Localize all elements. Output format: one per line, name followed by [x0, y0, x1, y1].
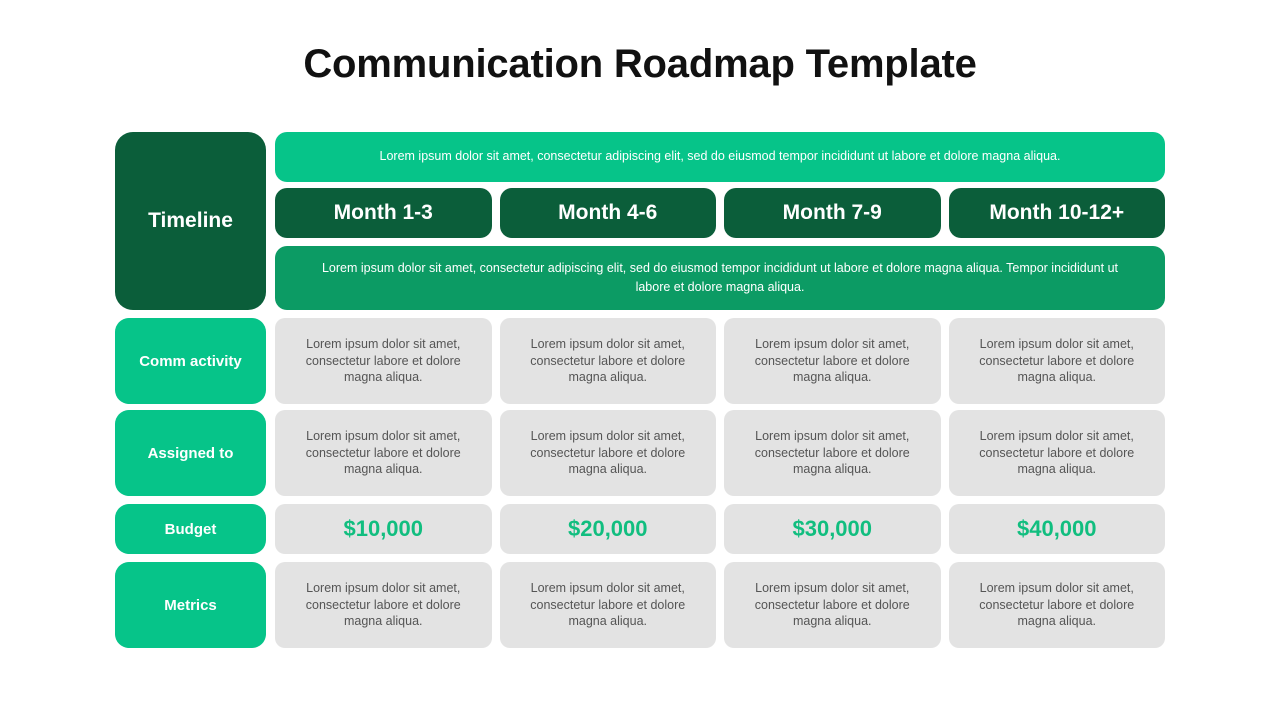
month-pill-2-label: Month 4-6 [558, 201, 658, 224]
month-pill-3[interactable]: Month 7-9 [724, 188, 941, 238]
cell-assigned-to-4[interactable]: Lorem ipsum dolor sit amet, consectetur … [948, 410, 1165, 496]
month-pill-3-label: Month 7-9 [782, 201, 882, 224]
row-label-budget-text: Budget [164, 520, 217, 538]
row-label-assigned-to: Assigned to [115, 410, 266, 496]
cell-comm-activity-2[interactable]: Lorem ipsum dolor sit amet, consectetur … [499, 318, 716, 404]
timeline-bottom-banner: Lorem ipsum dolor sit amet, consectetur … [275, 246, 1165, 310]
table-row: Lorem ipsum dolor sit amet, consectetur … [275, 410, 1165, 496]
cell-metrics-2[interactable]: Lorem ipsum dolor sit amet, consectetur … [499, 562, 716, 648]
row-label-column: Timeline Comm activity Assigned to Budge… [115, 132, 266, 648]
content-column: Lorem ipsum dolor sit amet, consectetur … [275, 132, 1165, 648]
cell-comm-activity-4[interactable]: Lorem ipsum dolor sit amet, consectetur … [948, 318, 1165, 404]
cell-budget-2[interactable]: $20,000 [499, 504, 716, 554]
cell-budget-4[interactable]: $40,000 [948, 504, 1165, 554]
month-pill-row: Month 1-3 Month 4-6 Month 7-9 Month 10-1… [275, 188, 1165, 238]
roadmap-matrix: Timeline Comm activity Assigned to Budge… [115, 132, 1165, 648]
cell-metrics-3[interactable]: Lorem ipsum dolor sit amet, consectetur … [724, 562, 941, 648]
cell-assigned-to-3[interactable]: Lorem ipsum dolor sit amet, consectetur … [724, 410, 941, 496]
cell-budget-1[interactable]: $10,000 [275, 504, 492, 554]
cell-comm-activity-1[interactable]: Lorem ipsum dolor sit amet, consectetur … [275, 318, 492, 404]
row-label-comm-activity: Comm activity [115, 318, 266, 404]
row-label-assigned-to-text: Assigned to [147, 444, 234, 462]
row-label-metrics: Metrics [115, 562, 266, 648]
row-label-timeline: Timeline [115, 132, 266, 310]
timeline-group: Lorem ipsum dolor sit amet, consectetur … [275, 132, 1165, 310]
row-label-timeline-text: Timeline [148, 209, 233, 232]
timeline-top-banner-text: Lorem ipsum dolor sit amet, consectetur … [379, 149, 1061, 164]
timeline-top-banner: Lorem ipsum dolor sit amet, consectetur … [275, 132, 1165, 182]
month-pill-1[interactable]: Month 1-3 [275, 188, 492, 238]
month-pill-1-label: Month 1-3 [333, 201, 433, 224]
cell-metrics-4[interactable]: Lorem ipsum dolor sit amet, consectetur … [948, 562, 1165, 648]
cell-assigned-to-1[interactable]: Lorem ipsum dolor sit amet, consectetur … [275, 410, 492, 496]
cell-comm-activity-3[interactable]: Lorem ipsum dolor sit amet, consectetur … [724, 318, 941, 404]
month-pill-4[interactable]: Month 10-12+ [948, 188, 1165, 238]
row-label-metrics-text: Metrics [164, 596, 217, 614]
row-label-budget: Budget [115, 504, 266, 554]
slide-canvas: Communication Roadmap Template Timeline … [0, 0, 1280, 720]
timeline-bottom-banner-text: Lorem ipsum dolor sit amet, consectetur … [321, 260, 1119, 294]
cell-assigned-to-2[interactable]: Lorem ipsum dolor sit amet, consectetur … [499, 410, 716, 496]
row-label-comm-activity-text: Comm activity [139, 352, 242, 370]
table-row: Lorem ipsum dolor sit amet, consectetur … [275, 562, 1165, 648]
cell-budget-3[interactable]: $30,000 [724, 504, 941, 554]
cell-metrics-1[interactable]: Lorem ipsum dolor sit amet, consectetur … [275, 562, 492, 648]
page-title: Communication Roadmap Template [303, 42, 977, 86]
table-row: Lorem ipsum dolor sit amet, consectetur … [275, 318, 1165, 404]
month-pill-2[interactable]: Month 4-6 [499, 188, 716, 238]
table-row: $10,000 $20,000 $30,000 $40,000 [275, 504, 1165, 554]
month-pill-4-label: Month 10-12+ [989, 201, 1125, 224]
